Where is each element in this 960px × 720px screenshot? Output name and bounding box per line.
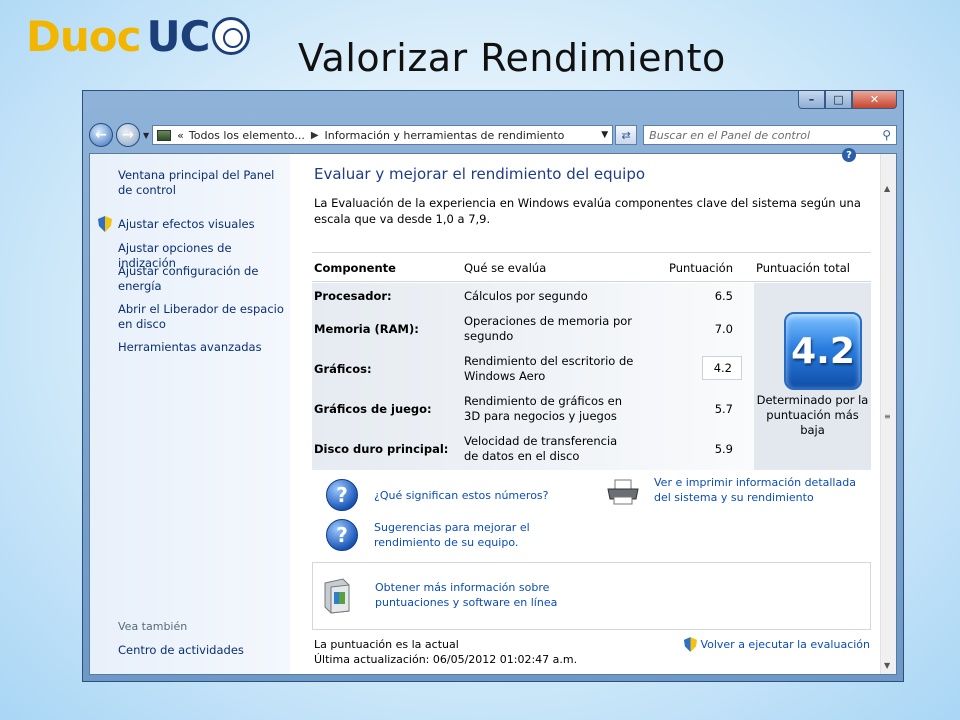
tips-link[interactable]: Sugerencias para mejorar el rendimiento … [374,520,544,550]
printer-icon[interactable] [606,479,640,505]
row-score: 5.9 [714,442,733,456]
row-measure: Rendimiento de gráficos en 3D para negoc… [464,394,623,423]
forward-button[interactable]: → [116,123,140,147]
column-total: Puntuación total [756,261,850,275]
refresh-button[interactable]: ⇄ [615,125,638,145]
base-score-value: 4.2 [791,330,855,372]
column-component: Componente [314,261,396,275]
duocuc-logo: Duoc UC [26,8,251,64]
more-info-link[interactable]: Obtener más información sobre puntuacion… [375,580,575,610]
score-table-header: Componente Qué se evalúa Puntuación Punt… [312,252,871,282]
score-table: 4.2 Determinado por la puntuación más ba… [312,283,871,470]
breadcrumb-all-items[interactable]: Todos los elemento... [189,129,305,142]
maximize-button[interactable]: □ [825,91,852,109]
column-score: Puntuación [669,261,733,275]
row-score: 5.7 [714,402,733,416]
window-controls: – □ ✕ [798,91,897,109]
question-icon[interactable]: ? [326,519,358,551]
row-measure: Velocidad de transferencia de datos en e… [464,434,618,463]
print-details-link[interactable]: Ver e imprimir información detallada del… [654,475,876,505]
score-status: La puntuación es la actual Última actual… [314,637,577,667]
control-panel-icon [157,129,172,141]
university-seal-icon [212,17,251,55]
scroll-grip-icon[interactable]: ≡ [884,412,891,421]
navigation-bar: ← → ▼ « Todos los elemento... ▶ Informac… [89,123,897,147]
sidebar-item-visual-effects[interactable]: Ajustar efectos visuales [118,217,286,232]
base-score-badge: 4.2 [784,312,862,390]
logo-text-duoc: Duoc [26,11,142,61]
help-icon[interactable]: ? [842,148,856,162]
back-button[interactable]: ← [89,123,113,147]
row-component: Memoria (RAM): [314,322,419,336]
minimize-button[interactable]: – [798,91,825,109]
row-component: Gráficos de juego: [314,402,432,416]
sidebar-item-disk-cleanup[interactable]: Abrir el Liberador de espacio en disco [118,302,286,332]
logo-text-uc: UC [146,11,211,61]
main-content: ? Evaluar y mejorar el rendimiento del e… [290,148,880,674]
table-row: Gráficos de juego: Rendimiento de gráfic… [312,393,754,430]
slide-title: Valorizar Rendimiento [298,36,726,80]
address-bar[interactable]: « Todos los elemento... ▶ Información y … [152,125,614,145]
recent-pages-dropdown-icon[interactable]: ▼ [143,131,149,140]
row-component: Gráficos: [314,362,372,376]
page-description: La Evaluación de la experiencia en Windo… [314,196,861,226]
row-component: Procesador: [314,289,392,303]
sidebar-item-advanced-tools[interactable]: Herramientas avanzadas [118,340,286,355]
table-row: Gráficos: Rendimiento del escritorio de … [312,353,754,390]
see-also-label: Vea también [118,620,188,633]
table-row: Disco duro principal: Velocidad de trans… [312,433,754,470]
breadcrumb-overflow[interactable]: « [177,129,184,142]
sidebar-item-control-panel-home[interactable]: Ventana principal del Panel de control [118,168,286,198]
row-score: 6.5 [714,289,733,303]
row-score-lowest: 4.2 [702,356,742,380]
search-icon[interactable]: ⚲ [882,128,891,142]
total-score-panel: 4.2 Determinado por la puntuación más ba… [754,283,871,470]
close-button[interactable]: ✕ [852,91,897,109]
last-update: Última actualización: 06/05/2012 01:02:4… [314,653,578,666]
sidebar-item-power[interactable]: Ajustar configuración de energía [118,264,286,294]
breadcrumb-separator-icon[interactable]: ▶ [311,130,319,141]
uac-shield-icon [98,216,112,232]
control-panel-window: – □ ✕ ← → ▼ « Todos los elemento... ▶ In… [82,90,904,682]
rerun-assessment-link[interactable]: Volver a ejecutar la evaluación [684,637,870,652]
search-input[interactable]: Buscar en el Panel de control ⚲ [643,125,897,145]
row-measure: Rendimiento del escritorio de Windows Ae… [464,354,634,383]
uac-shield-icon [684,637,698,652]
what-numbers-link[interactable]: ¿Qué significan estos números? [374,488,574,503]
scroll-down-icon[interactable]: ▼ [884,661,890,670]
scroll-up-icon[interactable]: ▲ [884,184,890,193]
row-score: 7.0 [714,322,733,336]
row-component: Disco duro principal: [314,442,449,456]
table-row: Memoria (RAM): Operaciones de memoria po… [312,313,754,350]
total-score-caption: Determinado por la puntuación más baja [756,393,869,437]
sidebar: Ventana principal del Panel de control A… [90,154,290,674]
column-measure: Qué se evalúa [464,261,547,275]
address-dropdown-icon[interactable]: ▼ [601,130,608,140]
question-icon[interactable]: ? [326,479,358,511]
sidebar-item-action-center[interactable]: Centro de actividades [118,643,286,658]
row-measure: Operaciones de memoria por segundo [464,314,633,343]
rerun-label[interactable]: Volver a ejecutar la evaluación [700,638,870,651]
page-heading: Evaluar y mejorar el rendimiento del equ… [314,165,646,183]
row-measure: Cálculos por segundo [464,289,588,303]
search-placeholder: Buscar en el Panel de control [649,128,811,142]
status-current: La puntuación es la actual [314,638,459,651]
window-content: Ventana principal del Panel de control A… [89,148,897,675]
vertical-scrollbar[interactable]: ▲ ≡ ▼ [880,154,896,674]
software-box-icon [324,578,350,614]
breadcrumb-performance[interactable]: Información y herramientas de rendimient… [325,129,565,142]
more-info-box: Obtener más información sobre puntuacion… [312,562,871,630]
